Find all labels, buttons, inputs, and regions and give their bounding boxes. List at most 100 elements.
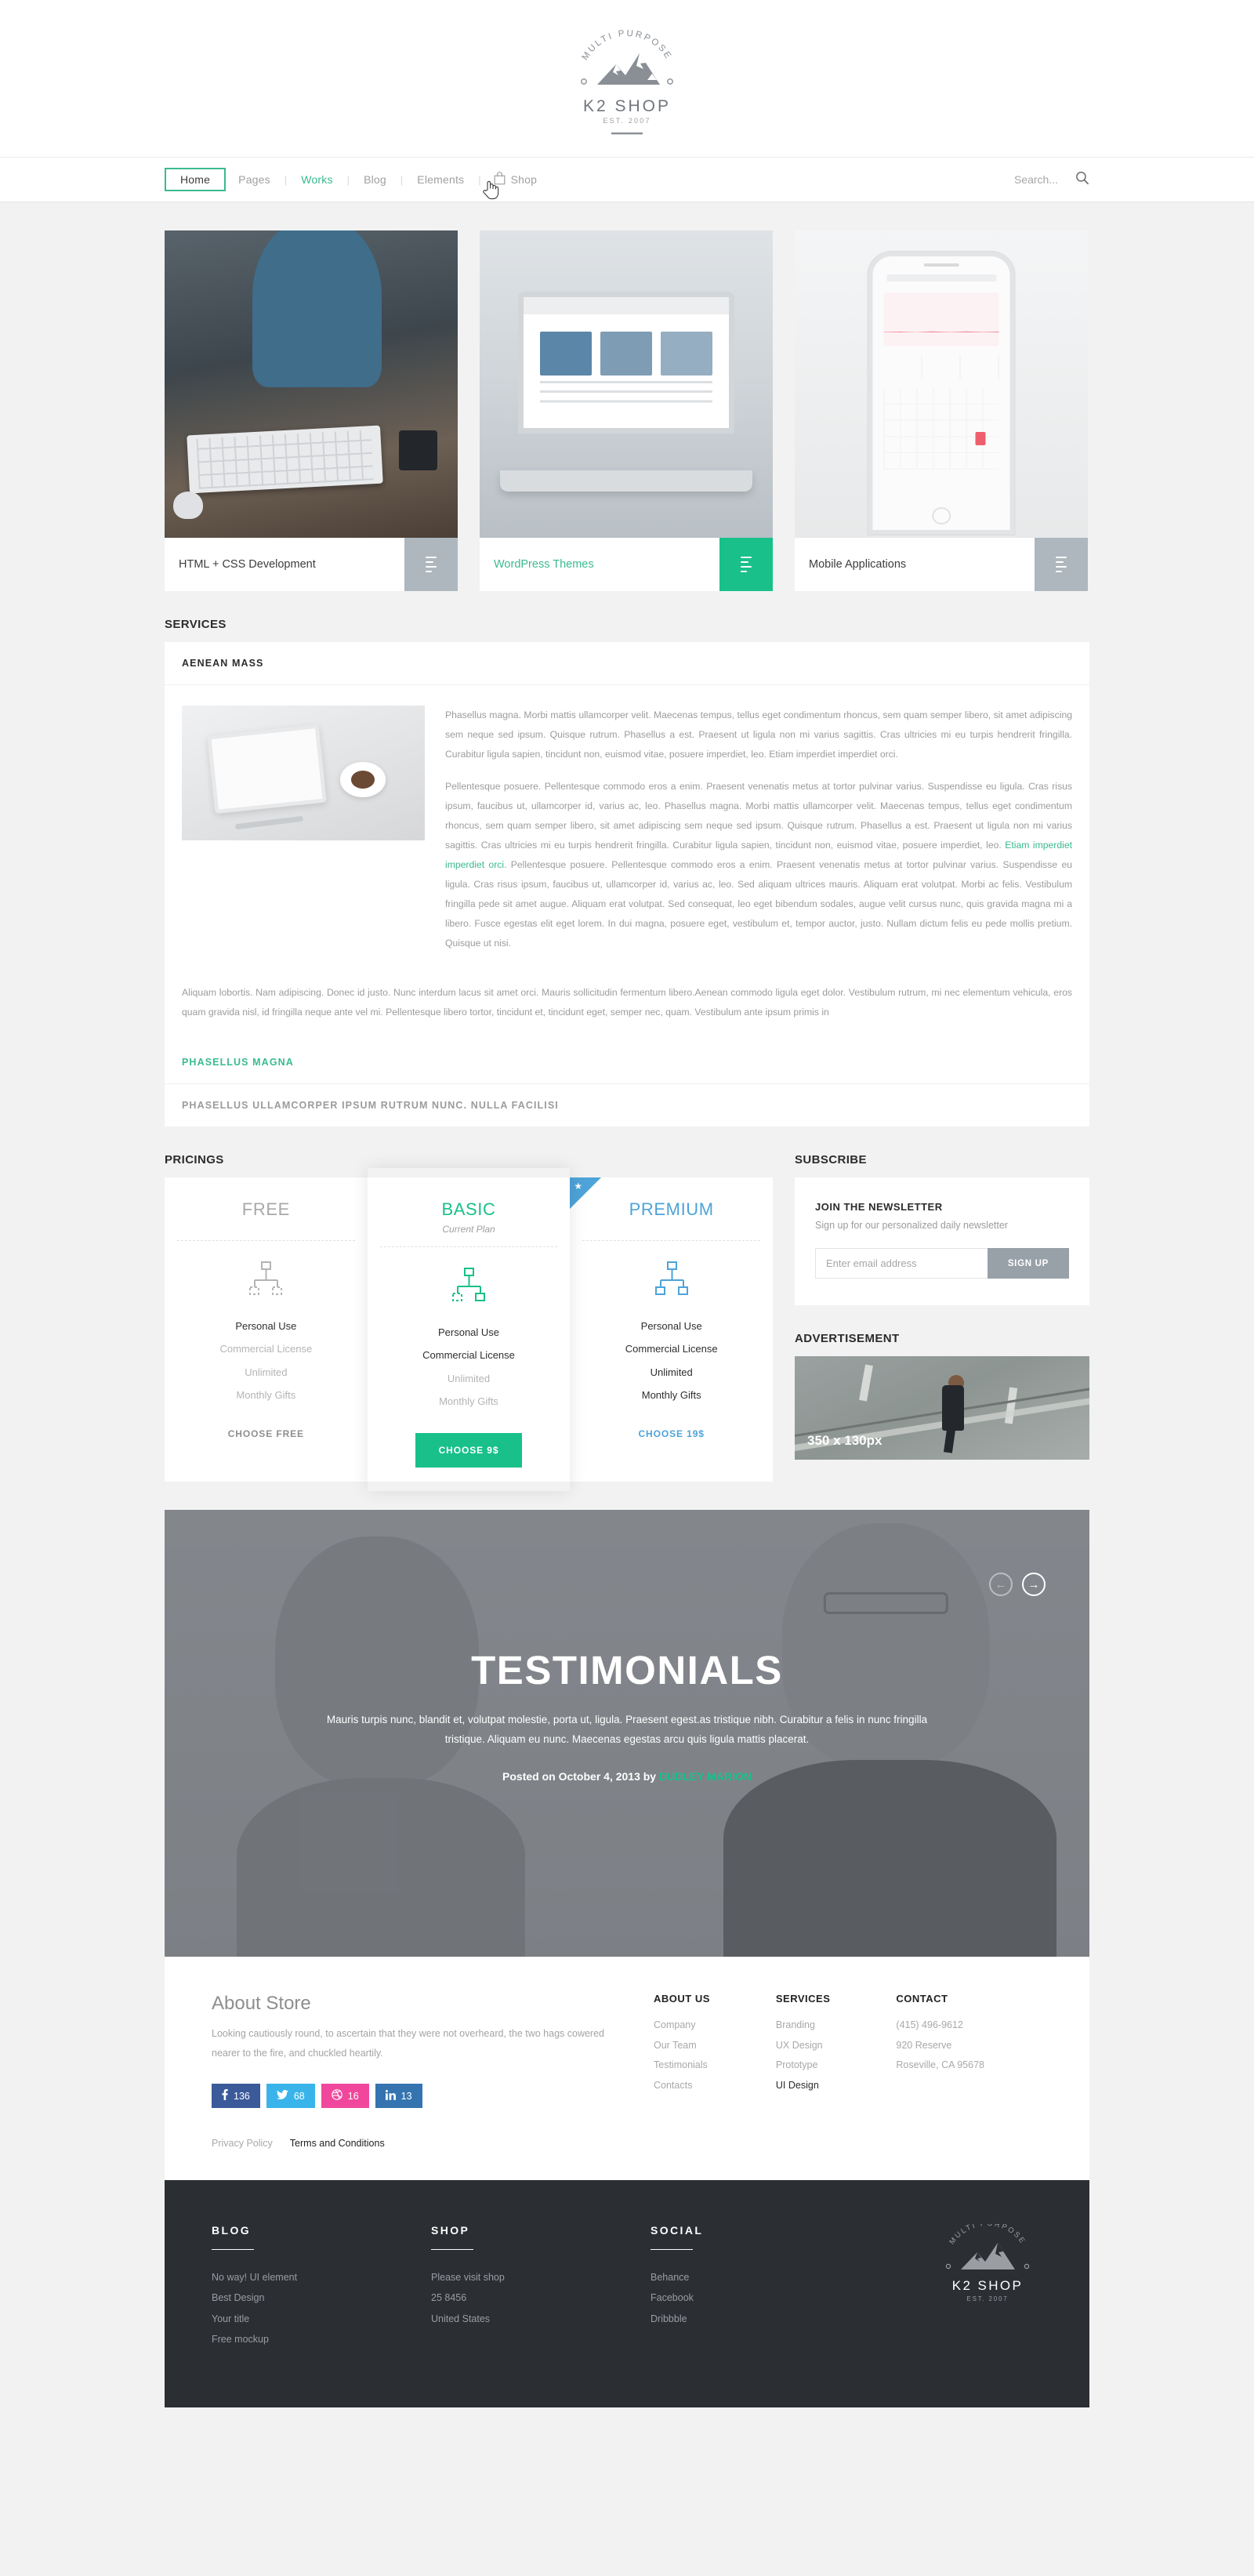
footer-link[interactable]: Our Team xyxy=(654,2036,710,2056)
advertisement-size-label: 350 x 130px xyxy=(807,1433,883,1449)
subscribe-heading: SUBSCRIBE xyxy=(795,1153,867,1167)
nav-item-home[interactable]: Home xyxy=(165,168,227,191)
accordion-item-phasellus-ullamcorper[interactable]: PHASELLUS ULLAMCORPER IPSUM RUTRUM NUNC.… xyxy=(165,1084,1089,1127)
choose-free-button[interactable]: CHOOSE FREE xyxy=(228,1428,304,1439)
privacy-policy-link[interactable]: Privacy Policy xyxy=(212,2138,273,2149)
svg-text:MULTI PURPOSE: MULTI PURPOSE xyxy=(581,29,674,62)
contact-city: Roseville, CA 95678 xyxy=(896,2059,984,2071)
dark-footer-column-blog: BLOG No way! UI element Best Design Your… xyxy=(212,2224,431,2349)
plan-sitemap-icon xyxy=(368,1247,571,1321)
nav-item-elements[interactable]: Elements xyxy=(404,168,477,191)
dark-footer-link[interactable]: Your title xyxy=(212,2309,431,2329)
search-input[interactable] xyxy=(925,173,1058,186)
contact-phone: (415) 496-9612 xyxy=(896,2019,963,2031)
choose-premium-button[interactable]: CHOOSE 19$ xyxy=(638,1428,704,1439)
portfolio-card-title: Mobile Applications xyxy=(809,558,907,571)
pricing-plan-basic[interactable]: BASIC Current Plan Personal Use Commerci… xyxy=(368,1168,571,1491)
portfolio-card-image-phone xyxy=(795,230,1088,538)
portfolio-card-title: HTML + CSS Development xyxy=(179,558,316,571)
plan-subtitle: Current Plan xyxy=(442,1224,495,1235)
testimonials-section: ← → TESTIMONIALS Mauris turpis nunc, bla… xyxy=(165,1510,1089,1957)
social-button-twitter[interactable]: 68 xyxy=(266,2084,315,2109)
choose-basic-button[interactable]: CHOOSE 9$ xyxy=(415,1433,523,1468)
dribbble-icon xyxy=(331,2089,342,2103)
contact-street: 920 Reserve xyxy=(896,2039,952,2051)
featured-ribbon: ★ xyxy=(570,1177,602,1210)
portfolio-card[interactable]: HTML + CSS Development xyxy=(165,230,458,591)
pricing-plans: FREE Personal Use Commercial License Unl… xyxy=(165,1177,773,1482)
dark-footer-link[interactable]: Behance xyxy=(651,2267,870,2288)
plan-sitemap-icon xyxy=(570,1241,773,1315)
portfolio-card-list-icon[interactable] xyxy=(719,538,773,591)
testimonial-quote: Mauris turpis nunc, blandit et, volutpat… xyxy=(326,1714,928,1746)
nav-item-works[interactable]: Works xyxy=(288,168,345,191)
services-thumbnail-image xyxy=(182,706,425,840)
nav-item-shop[interactable]: Shop xyxy=(483,166,550,193)
portfolio-card[interactable]: Mobile Applications xyxy=(795,230,1088,591)
dark-footer-link[interactable]: Dribbble xyxy=(651,2309,870,2329)
social-count: 68 xyxy=(293,2090,305,2102)
footer-link[interactable]: Company xyxy=(654,2015,710,2036)
nav-item-shop-label: Shop xyxy=(510,173,538,186)
accordion-item-aenean-mass[interactable]: AENEAN MASS xyxy=(165,642,1089,685)
advertisement-banner[interactable]: 350 x 130px xyxy=(795,1356,1089,1460)
plan-feature: Personal Use xyxy=(235,1320,297,1333)
plan-feature: Monthly Gifts xyxy=(439,1395,498,1407)
nav-item-pages[interactable]: Pages xyxy=(226,168,283,191)
logo-underline xyxy=(611,132,643,135)
portfolio-card[interactable]: WordPress Themes xyxy=(480,230,773,591)
footer-link[interactable]: Prototype xyxy=(776,2055,831,2076)
social-button-dribbble[interactable]: 16 xyxy=(321,2084,369,2109)
accordion-item-phasellus-magna[interactable]: PHASELLUS MAGNA xyxy=(165,1041,1089,1085)
plan-features: Personal Use Commercial License Unlimite… xyxy=(570,1315,773,1406)
svg-text:EST. 2007: EST. 2007 xyxy=(966,2295,1008,2302)
plan-feature: Monthly Gifts xyxy=(641,1388,701,1401)
newsletter-signup-button[interactable]: SIGN UP xyxy=(987,1248,1069,1279)
footer-link[interactable]: UX Design xyxy=(776,2036,831,2056)
site-header: K2 SHOP EST. 2007 MULTI PURPOSE Home Pag… xyxy=(0,0,1254,202)
footer-link[interactable]: Branding xyxy=(776,2015,831,2036)
portfolio-card-list-icon[interactable] xyxy=(404,538,458,591)
about-store-title: About Store xyxy=(212,1993,311,2015)
dark-footer-heading: SHOP xyxy=(431,2224,470,2237)
social-button-linkedin[interactable]: 13 xyxy=(375,2084,422,2109)
footer-link-active[interactable]: UI Design xyxy=(776,2076,831,2096)
pricing-section: PRICINGS FREE Personal Use Commercial Li… xyxy=(165,1127,773,1482)
footer-logo-mark: K2 SHOP EST. 2007 MULTI PURPOSE xyxy=(945,2219,1030,2302)
services-heading: SERVICES xyxy=(165,618,227,631)
plan-sitemap-icon xyxy=(165,1241,368,1315)
newsletter-email-input[interactable] xyxy=(815,1248,988,1279)
dark-footer-link[interactable]: Please visit shop xyxy=(431,2267,651,2288)
dark-footer-link[interactable]: No way! UI element xyxy=(212,2267,431,2288)
dark-footer-link[interactable]: 25 8456 xyxy=(431,2288,651,2308)
social-buttons: 136 68 16 13 xyxy=(212,2084,619,2109)
legal-links: Privacy Policy Terms and Conditions xyxy=(212,2138,1042,2149)
footer-link[interactable]: Testimonials xyxy=(654,2055,710,2076)
footer-logo[interactable]: K2 SHOP EST. 2007 MULTI PURPOSE xyxy=(933,2219,1042,2349)
services-paragraph-1: Phasellus magna. Morbi mattis ullamcorpe… xyxy=(445,709,1072,760)
linkedin-icon xyxy=(385,2089,396,2103)
nav-item-elements-label: Elements xyxy=(417,173,465,186)
footer-column-services: SERVICES Branding UX Design Prototype UI… xyxy=(776,1993,831,2108)
footer-column-about-us: ABOUT US Company Our Team Testimonials C… xyxy=(654,1993,710,2108)
dark-footer-link[interactable]: Facebook xyxy=(651,2288,870,2308)
plan-feature: Commercial License xyxy=(219,1343,313,1355)
dark-footer-link[interactable]: Best Design xyxy=(212,2288,431,2308)
nav-item-blog[interactable]: Blog xyxy=(351,168,399,191)
plan-feature: Unlimited xyxy=(650,1366,693,1378)
social-button-facebook[interactable]: 136 xyxy=(212,2084,260,2109)
terms-and-conditions-link[interactable]: Terms and Conditions xyxy=(290,2138,385,2149)
pricing-plan-free[interactable]: FREE Personal Use Commercial License Unl… xyxy=(165,1177,368,1482)
dark-footer-link[interactable]: United States xyxy=(431,2309,651,2329)
testimonial-author[interactable]: DUDLEY MARION xyxy=(659,1770,752,1783)
svg-text:K2 SHOP: K2 SHOP xyxy=(952,2278,1024,2293)
pricing-plan-premium[interactable]: ★ PREMIUM Personal Use Commercial Licens… xyxy=(570,1177,773,1482)
footer-link[interactable]: Contacts xyxy=(654,2076,710,2096)
about-store-block: About Store Looking cautiously round, to… xyxy=(212,1993,619,2109)
site-logo[interactable]: K2 SHOP EST. 2007 MULTI PURPOSE xyxy=(165,27,1089,140)
portfolio-card-list-icon[interactable] xyxy=(1035,538,1088,591)
dark-footer-link[interactable]: Free mockup xyxy=(212,2329,431,2349)
heading-rule xyxy=(651,2249,693,2251)
search-icon[interactable] xyxy=(1075,171,1089,189)
pricing-and-sidebar: PRICINGS FREE Personal Use Commercial Li… xyxy=(165,1127,1089,1482)
